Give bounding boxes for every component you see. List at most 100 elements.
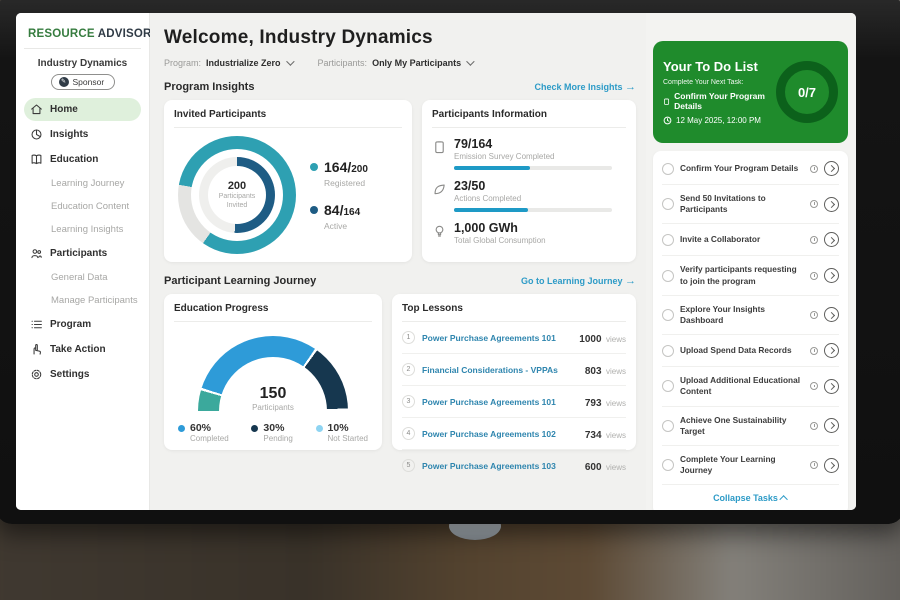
lesson-link[interactable]: Power Purchase Agreements 101 bbox=[422, 397, 556, 407]
task-checkbox[interactable] bbox=[662, 198, 674, 210]
task-checkbox[interactable] bbox=[662, 270, 674, 282]
participants-label: Participants: bbox=[318, 58, 368, 68]
collapse-tasks-link[interactable]: Collapse Tasks bbox=[662, 485, 839, 510]
chevron-right-icon[interactable] bbox=[824, 197, 839, 212]
task-label: Achieve One Sustainability Target bbox=[680, 415, 804, 437]
sidebar-item-take-action[interactable]: Take Action bbox=[24, 338, 141, 361]
todo-title: Your To Do List bbox=[663, 59, 770, 74]
arrow-right-icon: → bbox=[625, 275, 636, 287]
participants-dropdown[interactable]: Participants: Only My Participants bbox=[318, 58, 473, 68]
task-label: Complete Your Learning Journey bbox=[680, 454, 804, 476]
todo-subtitle: Complete Your Next Task: bbox=[663, 79, 770, 86]
chevron-right-icon[interactable] bbox=[824, 343, 839, 358]
task-checkbox[interactable] bbox=[662, 309, 674, 321]
lesson-link[interactable]: Power Purchase Agreements 102 bbox=[422, 429, 556, 439]
legend-active: 84/164 Active bbox=[310, 202, 368, 231]
task-checkbox[interactable] bbox=[662, 420, 674, 432]
sidebar-item-label: Education Content bbox=[51, 201, 129, 212]
stat-value: 79/164 bbox=[454, 137, 612, 151]
task-row[interactable]: Upload Additional Educational Content bbox=[662, 367, 839, 406]
legend-dot bbox=[316, 425, 323, 432]
chevron-right-icon[interactable] bbox=[824, 379, 839, 394]
stat-label: Emission Survey Completed bbox=[454, 152, 612, 161]
lesson-link[interactable]: Power Purchase Agreements 101 bbox=[422, 333, 556, 343]
section-title: Program Insights bbox=[164, 81, 254, 93]
stat-value: 1,000 GWh bbox=[454, 221, 546, 235]
clipboard-icon bbox=[663, 97, 670, 106]
legend-label: Completed bbox=[190, 434, 229, 443]
sponsor-badge[interactable]: ✎ Sponsor bbox=[51, 74, 115, 90]
sidebar-item-learning-insights[interactable]: Learning Insights bbox=[24, 219, 141, 240]
sponsor-label: Sponsor bbox=[73, 77, 105, 87]
sidebar-item-participants[interactable]: Participants bbox=[24, 242, 141, 265]
task-checkbox[interactable] bbox=[662, 459, 674, 471]
filter-bar: Program: Industrialize Zero Participants… bbox=[164, 58, 636, 68]
sidebar-item-manage-participants[interactable]: Manage Participants bbox=[24, 290, 141, 311]
sidebar-item-education[interactable]: Education bbox=[24, 148, 141, 171]
todo-tasks-card: Confirm Your Program Details Send 50 Inv… bbox=[653, 151, 848, 510]
clock-icon bbox=[810, 236, 818, 244]
task-row[interactable]: Achieve One Sustainability Target bbox=[662, 407, 839, 446]
stat-label: Actions Completed bbox=[454, 194, 612, 203]
legend-label: Registered bbox=[324, 178, 368, 188]
legend-label: Pending bbox=[263, 434, 292, 443]
chevron-up-icon bbox=[779, 495, 787, 503]
gauge-legend: 60% Completed 30% Pending 10% bbox=[174, 412, 372, 443]
sidebar-item-program[interactable]: Program bbox=[24, 313, 141, 336]
clock-icon bbox=[810, 200, 818, 208]
rank-badge: 1 bbox=[402, 331, 415, 344]
card-title: Education Progress bbox=[174, 303, 372, 322]
task-checkbox[interactable] bbox=[662, 345, 674, 357]
lesson-link[interactable]: Financial Considerations - VPPAs bbox=[422, 365, 558, 375]
lesson-row: 3 Power Purchase Agreements 101 793 view… bbox=[402, 386, 626, 418]
settings-icon bbox=[30, 368, 43, 381]
sidebar-item-general-data[interactable]: General Data bbox=[24, 267, 141, 288]
task-row[interactable]: Explore Your Insights Dashboard bbox=[662, 296, 839, 335]
app-logo: RESOURCE ADVISOR+ bbox=[24, 23, 141, 49]
sidebar-item-insights[interactable]: Insights bbox=[24, 123, 141, 146]
stat-value: 23/50 bbox=[454, 179, 612, 193]
task-row[interactable]: Upload Spend Data Records bbox=[662, 335, 839, 367]
clock-icon bbox=[810, 165, 818, 173]
sidebar-item-label: General Data bbox=[51, 272, 108, 283]
actions-icon bbox=[432, 182, 446, 196]
learning-journey-header: Participant Learning Journey Go to Learn… bbox=[164, 275, 636, 287]
task-row[interactable]: Send 50 Invitations to Participants bbox=[662, 185, 839, 224]
task-checkbox[interactable] bbox=[662, 163, 674, 175]
chevron-right-icon[interactable] bbox=[824, 161, 839, 176]
go-to-learning-journey-link[interactable]: Go to Learning Journey → bbox=[521, 275, 636, 287]
chevron-right-icon[interactable] bbox=[824, 307, 839, 322]
views-count: 793 views bbox=[585, 393, 626, 411]
lesson-row: 1 Power Purchase Agreements 101 1000 vie… bbox=[402, 322, 626, 354]
task-row[interactable]: Confirm Your Program Details bbox=[662, 153, 839, 185]
insights-icon bbox=[30, 128, 43, 141]
legend-value: 10% bbox=[328, 422, 368, 434]
sidebar-item-settings[interactable]: Settings bbox=[24, 363, 141, 386]
chevron-right-icon[interactable] bbox=[824, 232, 839, 247]
card-title: Top Lessons bbox=[402, 303, 626, 322]
lesson-link[interactable]: Power Purchase Agreements 103 bbox=[422, 461, 556, 471]
progress-track bbox=[454, 208, 612, 212]
card-title: Invited Participants bbox=[174, 109, 402, 128]
chevron-right-icon[interactable] bbox=[824, 268, 839, 283]
page-title: Welcome, Industry Dynamics bbox=[164, 27, 636, 49]
gauge-center-label: Participants bbox=[198, 403, 348, 412]
chevron-right-icon[interactable] bbox=[824, 418, 839, 433]
stat-emission-survey: 79/164 Emission Survey Completed bbox=[432, 137, 626, 170]
views-count: 600 views bbox=[585, 457, 626, 475]
task-row[interactable]: Verify participants requesting to join t… bbox=[662, 256, 839, 295]
task-row[interactable]: Complete Your Learning Journey bbox=[662, 446, 839, 485]
task-checkbox[interactable] bbox=[662, 380, 674, 392]
sidebar-item-education-content[interactable]: Education Content bbox=[24, 196, 141, 217]
task-checkbox[interactable] bbox=[662, 234, 674, 246]
sidebar-item-home[interactable]: Home bbox=[24, 98, 141, 121]
sidebar-item-learning-journey[interactable]: Learning Journey bbox=[24, 173, 141, 194]
sponsor-icon: ✎ bbox=[59, 77, 69, 87]
rank-badge: 2 bbox=[402, 363, 415, 376]
program-dropdown[interactable]: Program: Industrialize Zero bbox=[164, 58, 292, 68]
task-row[interactable]: Invite a Collaborator bbox=[662, 224, 839, 256]
take-action-icon bbox=[30, 343, 43, 356]
check-more-insights-link[interactable]: Check More Insights → bbox=[534, 81, 636, 93]
dashboard-screen: RESOURCE ADVISOR+ Industry Dynamics ✎ Sp… bbox=[16, 13, 856, 510]
chevron-right-icon[interactable] bbox=[824, 458, 839, 473]
